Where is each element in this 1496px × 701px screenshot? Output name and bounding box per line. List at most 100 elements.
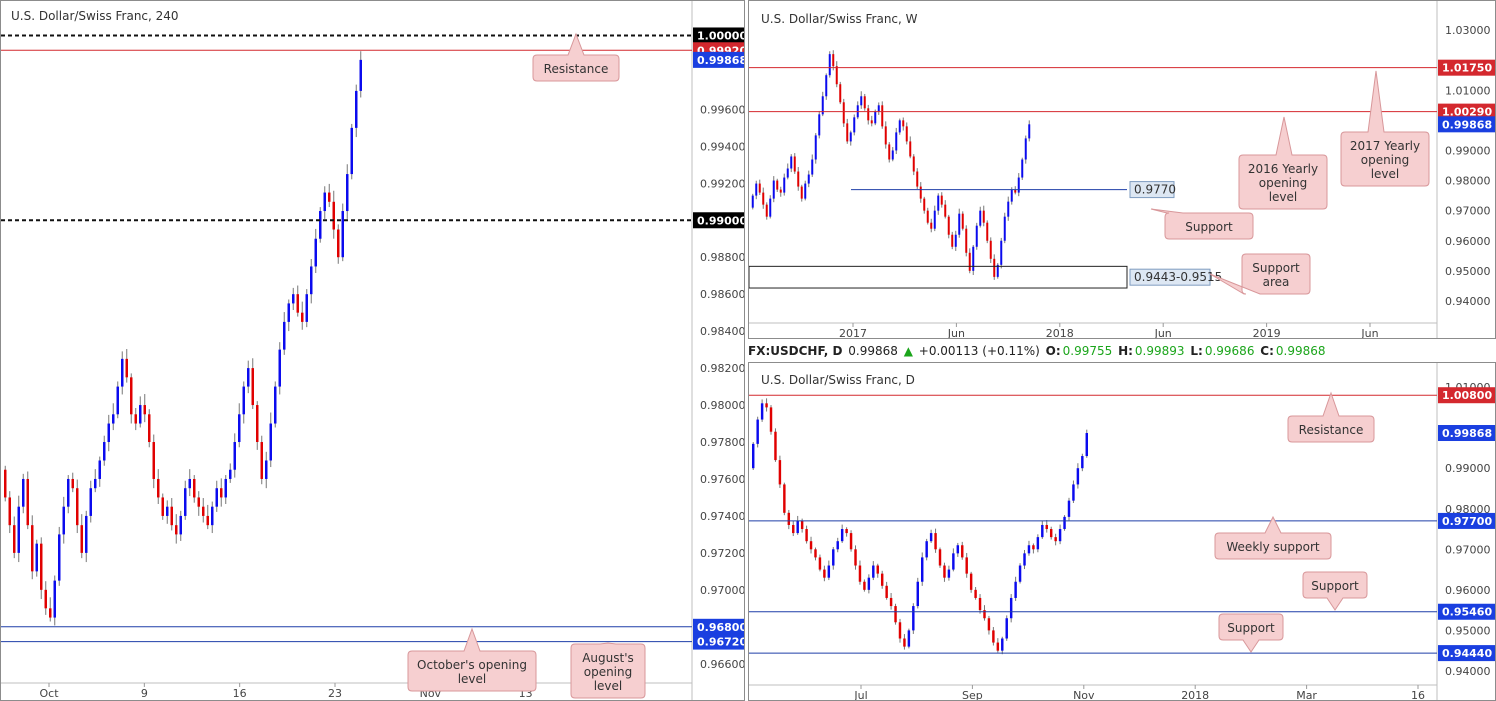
candle-up: [166, 506, 169, 516]
candle-down: [1049, 529, 1053, 538]
candle-down: [902, 120, 905, 127]
callout-text: level: [594, 679, 623, 693]
y-tick-label: 0.96000: [1445, 584, 1491, 597]
candle-up: [229, 469, 232, 479]
chart-panel-weekly[interactable]: U.S. Dollar/Swiss Franc, W 1.03000 1.0100…: [748, 0, 1496, 339]
candle-up: [278, 349, 281, 387]
y-tick-label: 0.97000: [1445, 205, 1491, 218]
candle-down: [792, 524, 795, 534]
candle-down: [934, 533, 937, 550]
candle-down: [157, 478, 160, 498]
candle-up: [1007, 201, 1010, 217]
candle-up: [85, 515, 88, 553]
x-tick-label: 9: [141, 687, 148, 700]
chart-canvas-h4[interactable]: 0.99600 0.99400 0.99200 0.98800 0.98600 0.984…: [1, 1, 744, 700]
price-badge-label: 1.00800: [1442, 389, 1492, 402]
candle-down: [986, 222, 989, 241]
chart-canvas-daily[interactable]: 1.010000.990000.980000.970000.960000.950…: [749, 363, 1495, 700]
candle-up: [828, 54, 831, 76]
close-value: 0.99868: [1275, 344, 1326, 358]
candle-up: [849, 132, 852, 142]
price-badge-label: 0.99868: [1442, 427, 1492, 440]
candle-up: [872, 565, 875, 578]
candle-up: [1024, 138, 1027, 160]
candle-up: [956, 545, 960, 554]
callout-text: opening: [1361, 153, 1410, 167]
candle-up: [1081, 456, 1084, 469]
candle-up: [319, 211, 322, 239]
callout-text: October's opening: [417, 658, 527, 672]
candle-down: [889, 597, 893, 607]
candle-up: [751, 195, 754, 208]
candle-up: [1058, 529, 1062, 542]
candle-down: [80, 525, 83, 553]
chart-canvas-weekly[interactable]: 1.03000 1.01000 0.99000 0.98000 0.97000 0.960…: [749, 1, 1495, 338]
candle-down: [8, 497, 11, 526]
chart-panel-h4[interactable]: U.S. Dollar/Swiss Franc, 240 0.99600 0.99…: [0, 0, 745, 701]
candle-down: [13, 525, 16, 553]
callout-august-open: August'sopeninglevel: [570, 642, 646, 699]
candle-up: [827, 565, 831, 578]
y-tick-label: 0.97000: [700, 584, 744, 597]
candle-up: [895, 132, 898, 151]
candle-up: [832, 549, 835, 566]
candle-up: [975, 225, 978, 247]
candle-up: [242, 386, 245, 415]
candle-up: [807, 174, 810, 184]
candle-down: [919, 186, 922, 199]
candle-up: [1001, 638, 1004, 651]
callout-text: 2017 Yearly: [1350, 139, 1420, 153]
y-tick-label: 0.98600: [700, 288, 744, 301]
candle-down: [49, 608, 52, 618]
candle-down: [337, 229, 340, 258]
x-tick-label: 2019: [1253, 327, 1281, 338]
candle-up: [836, 541, 839, 550]
candle-up: [1072, 484, 1075, 501]
candle-down: [769, 407, 773, 432]
support-zone-box: [749, 265, 1128, 289]
x-tick-label: 2018: [1181, 689, 1209, 700]
x-tick-label: 23: [328, 687, 342, 700]
callout-october-open: October's openinglevel: [407, 627, 537, 692]
candle-down: [779, 189, 782, 193]
candle-down: [800, 186, 803, 199]
candle-down: [170, 506, 173, 526]
candle-down: [787, 512, 791, 525]
y-tick-label: 0.98000: [1445, 175, 1491, 188]
candle-down: [940, 195, 943, 205]
candle-up: [94, 478, 97, 489]
candle-down: [969, 573, 973, 590]
candle-up: [1063, 516, 1066, 530]
candle-up: [814, 135, 817, 160]
x-tick-label: 2018: [1046, 327, 1074, 338]
candle-down: [916, 171, 919, 187]
callout-text: level: [1371, 167, 1400, 181]
candle-up: [947, 569, 951, 578]
y-tick-label: 0.96000: [1445, 235, 1491, 248]
candle-up: [1027, 545, 1031, 554]
callout-text: area: [1263, 275, 1290, 289]
candle-down: [251, 368, 254, 406]
candle-up: [891, 150, 894, 160]
chart-panel-daily[interactable]: U.S. Dollar/Swiss Franc, D 1.010000.9900…: [748, 362, 1496, 701]
x-tick-label: Jun: [1154, 327, 1172, 338]
candle-down: [854, 549, 857, 566]
candle-up: [804, 183, 807, 199]
candle-up: [116, 386, 119, 415]
y-tick-label: 0.98800: [700, 251, 744, 264]
candle-up: [929, 533, 933, 542]
candle-down: [835, 66, 838, 85]
price-badge-label: 0.96800: [697, 621, 744, 634]
x-tick-label: Jun: [1360, 327, 1378, 338]
candle-down: [968, 252, 971, 271]
candle-down: [818, 557, 822, 570]
symbol-info-bar: FX:USDCHF, D 0.99868 ▲ +0.00113 (+0.11%)…: [748, 341, 1496, 361]
candle-down: [76, 488, 79, 526]
x-tick-label: 2017: [839, 327, 867, 338]
candle-down: [143, 405, 146, 415]
candle-down: [71, 478, 74, 489]
candle-down: [909, 141, 912, 157]
candle-down: [993, 258, 996, 277]
y-tick-label: 0.97800: [700, 436, 744, 449]
candle-up: [760, 403, 764, 420]
